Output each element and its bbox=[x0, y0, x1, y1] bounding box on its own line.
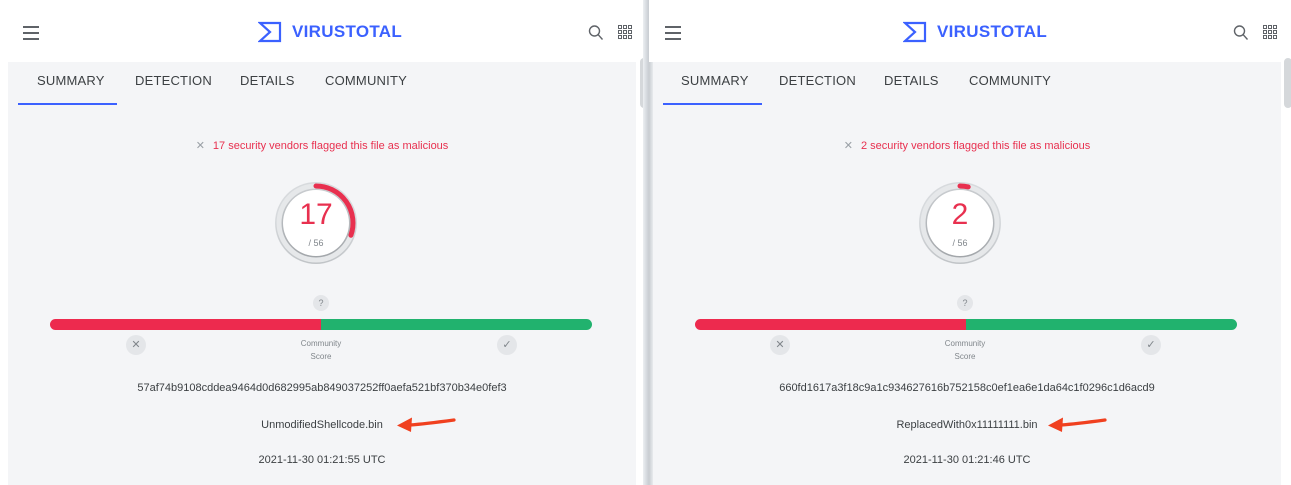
brand-name: VIRUSTOTAL bbox=[292, 22, 403, 41]
detection-score-gauge: 2 / 56 bbox=[918, 181, 1002, 265]
tab-summary[interactable]: SUMMARY bbox=[37, 73, 105, 88]
tab-community[interactable]: COMMUNITY bbox=[969, 73, 1051, 88]
community-score-bar-positive bbox=[966, 319, 1237, 330]
detection-score-gauge: 17 / 56 bbox=[274, 181, 358, 265]
red-arrow-annotation-icon bbox=[1048, 417, 1107, 432]
vote-harmless-check-icon[interactable]: ✓ bbox=[1141, 335, 1161, 355]
detection-total: / 56 bbox=[952, 238, 968, 248]
summary-content: SUMMARY DETECTION DETAILS COMMUNITY ✕ 17 … bbox=[8, 62, 636, 485]
community-score-bar-positive bbox=[321, 319, 592, 330]
x-icon: ✕ bbox=[195, 140, 205, 152]
community-score-label: Community Score bbox=[300, 339, 342, 361]
analysis-date: 2021-11-30 01:21:55 UTC bbox=[258, 454, 386, 466]
active-tab-indicator bbox=[663, 103, 762, 105]
top-bar: VIRUSTOTAL bbox=[0, 0, 646, 62]
file-hash[interactable]: 660fd1617a3f18c9a1c934627616b752158c0ef1… bbox=[653, 382, 1281, 394]
tab-details[interactable]: DETAILS bbox=[240, 73, 295, 88]
question-mark-icon[interactable]: ? bbox=[957, 295, 973, 311]
tab-details[interactable]: DETAILS bbox=[884, 73, 939, 88]
active-tab-indicator bbox=[18, 103, 117, 105]
file-name: UnmodifiedShellcode.bin bbox=[261, 419, 383, 431]
detection-summary-text: 17 security vendors flagged this file as… bbox=[212, 140, 449, 152]
analysis-date: 2021-11-30 01:21:46 UTC bbox=[903, 454, 1031, 466]
virustotal-panel-left: VIRUSTOTAL SUMMARY DETECTION DETAILS COM… bbox=[0, 0, 646, 485]
red-arrow-annotation-icon bbox=[397, 417, 456, 432]
tab-detection[interactable]: DETECTION bbox=[779, 73, 856, 88]
scrollbar[interactable] bbox=[1284, 58, 1291, 108]
file-name: ReplacedWith0x11111111.bin bbox=[896, 419, 1038, 431]
community-score-label: Community Score bbox=[944, 339, 986, 361]
detection-score: 17 bbox=[299, 198, 333, 231]
detection-summary: ✕ 2 security vendors flagged this file as… bbox=[653, 139, 1281, 152]
tab-community[interactable]: COMMUNITY bbox=[325, 73, 407, 88]
community-score-bar bbox=[50, 319, 592, 330]
hamburger-menu-icon[interactable] bbox=[665, 26, 681, 40]
detection-score: 2 bbox=[951, 198, 969, 231]
detection-summary-text: 2 security vendors flagged this file as … bbox=[860, 140, 1091, 152]
vote-malicious-x-icon[interactable]: ✕ bbox=[126, 335, 146, 355]
summary-content: SUMMARY DETECTION DETAILS COMMUNITY ✕ 2 s… bbox=[653, 62, 1281, 485]
community-score-bar-negative bbox=[50, 319, 321, 330]
community-score-bar-negative bbox=[695, 319, 966, 330]
tab-summary[interactable]: SUMMARY bbox=[681, 73, 749, 88]
file-hash[interactable]: 57af74b9108cddea9464d0d682995ab849037252… bbox=[8, 382, 636, 394]
apps-grid-icon[interactable] bbox=[1263, 25, 1277, 39]
brand-name: VIRUSTOTAL bbox=[937, 22, 1048, 41]
hamburger-menu-icon[interactable] bbox=[23, 26, 39, 40]
detection-summary: ✕ 17 security vendors flagged this file a… bbox=[8, 139, 636, 152]
vote-harmless-check-icon[interactable]: ✓ bbox=[497, 335, 517, 355]
search-icon[interactable] bbox=[1233, 24, 1249, 42]
vote-malicious-x-icon[interactable]: ✕ bbox=[770, 335, 790, 355]
virustotal-logo[interactable]: VIRUSTOTAL bbox=[903, 21, 1047, 43]
question-mark-icon[interactable]: ? bbox=[313, 295, 329, 311]
search-icon[interactable] bbox=[588, 24, 604, 42]
detection-total: / 56 bbox=[308, 238, 324, 248]
community-score-bar bbox=[695, 319, 1237, 330]
score-arc bbox=[957, 183, 971, 190]
sigma-logo-icon bbox=[258, 21, 282, 43]
virustotal-panel-right: VIRUSTOTAL SUMMARY DETECTION DETAILS COM… bbox=[649, 0, 1291, 485]
virustotal-logo[interactable]: VIRUSTOTAL bbox=[258, 21, 402, 43]
tab-detection[interactable]: DETECTION bbox=[135, 73, 212, 88]
apps-grid-icon[interactable] bbox=[618, 25, 632, 39]
top-bar: VIRUSTOTAL bbox=[649, 0, 1291, 62]
x-icon: ✕ bbox=[843, 140, 853, 152]
sigma-logo-icon bbox=[903, 21, 927, 43]
